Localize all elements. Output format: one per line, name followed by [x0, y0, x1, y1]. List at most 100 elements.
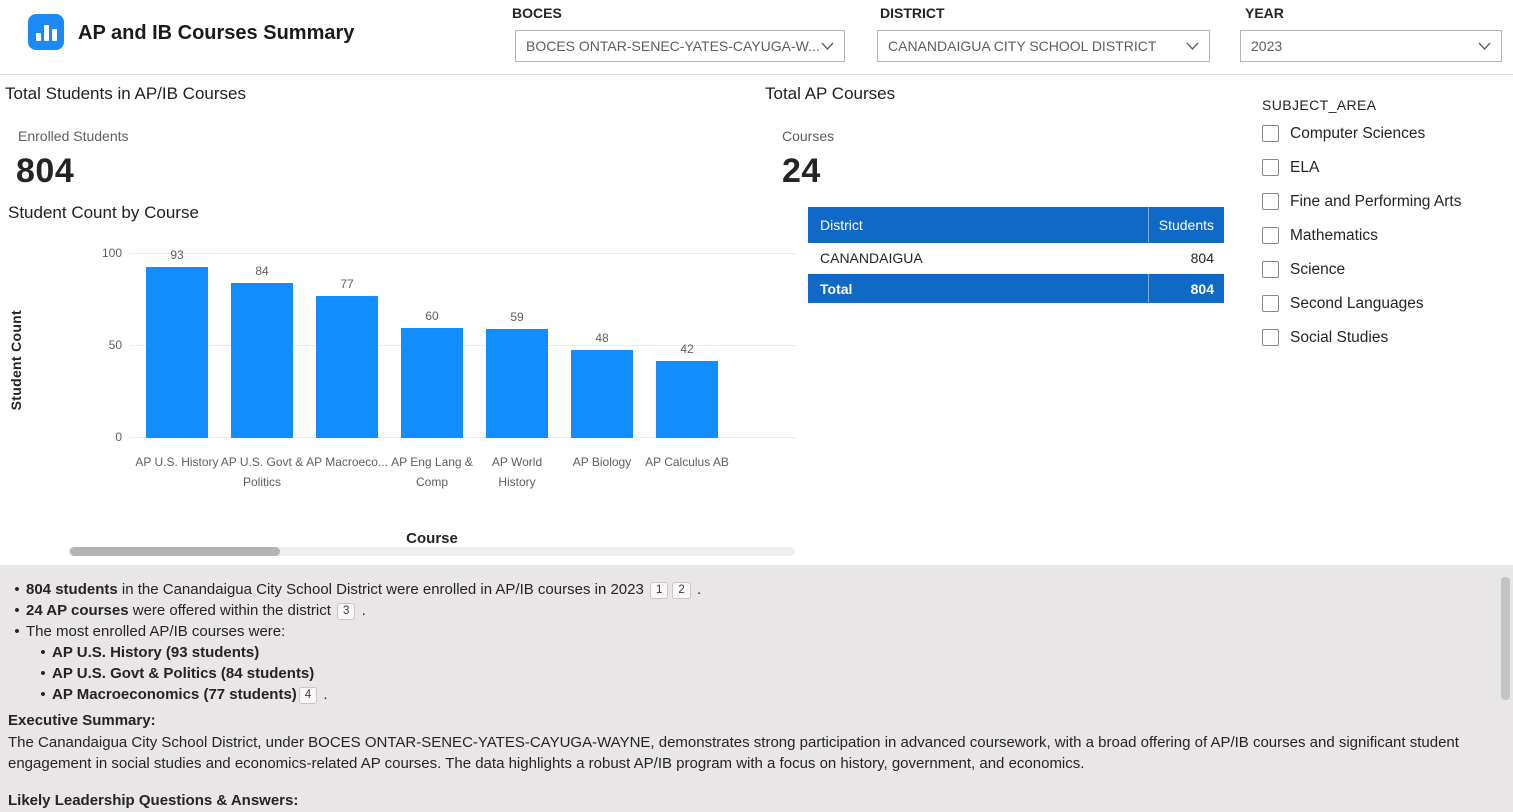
bullet-marker: •: [34, 684, 52, 705]
bullet-marker: •: [34, 663, 52, 684]
x-axis-labels: AP U.S. HistoryAP U.S. Govt & PoliticsAP…: [130, 452, 795, 522]
x-axis-category-label: AP World History: [475, 452, 559, 492]
bullet-marker: •: [8, 579, 26, 600]
checkbox[interactable]: [1262, 295, 1279, 312]
bullet-bold-text: 804 students: [26, 581, 118, 598]
chevron-down-icon: [821, 42, 834, 51]
chart-hscroll-thumb[interactable]: [70, 547, 280, 556]
chevron-down-icon: [1186, 42, 1199, 51]
checkbox[interactable]: [1262, 159, 1279, 176]
subject-area-checkbox-list: Computer Sciences ELA Fine and Performing …: [1262, 123, 1507, 361]
bullet-plain-text: .: [357, 602, 365, 619]
year-dropdown[interactable]: 2023: [1240, 30, 1502, 62]
citation-chip[interactable]: 1: [650, 582, 668, 599]
subject-checkbox-item[interactable]: Second Languages: [1262, 293, 1507, 314]
bullet-text: AP U.S. History (93 students): [52, 642, 1493, 663]
bar-value-label: 59: [486, 310, 548, 324]
y-axis-tick: 50: [0, 338, 122, 352]
bullet-bold-text: 24 AP courses: [26, 602, 129, 619]
subject-checkbox-item[interactable]: Mathematics: [1262, 225, 1507, 246]
bullet-marker: •: [8, 621, 26, 642]
executive-summary-body: The Canandaigua City School District, un…: [8, 732, 1493, 774]
x-axis-category-label: AP U.S. History: [135, 452, 219, 472]
bullet-marker: •: [34, 642, 52, 663]
checkbox[interactable]: [1262, 261, 1279, 278]
checkbox-label: Science: [1290, 261, 1345, 279]
summary-bullet: •AP Macroeconomics (77 students)4 .: [34, 684, 1493, 705]
bullet-bold-text: AP U.S. Govt & Politics (84 students): [52, 665, 314, 682]
bullet-bold-text: AP Macroeconomics (77 students): [52, 686, 297, 703]
bullet-plain-text: in the Canandaigua City School District …: [118, 581, 648, 598]
subject-checkbox-item[interactable]: Social Studies: [1262, 327, 1507, 348]
summary-vscroll-thumb[interactable]: [1501, 577, 1510, 700]
subject-checkbox-item[interactable]: Fine and Performing Arts: [1262, 191, 1507, 212]
bullet-text: The most enrolled AP/IB courses were:: [26, 621, 1493, 642]
district-dropdown[interactable]: CANANDAIGUA CITY SCHOOL DISTRICT: [877, 30, 1210, 62]
bullet-plain-text: were offered within the district: [129, 602, 335, 619]
subject-checkbox-item[interactable]: Computer Sciences: [1262, 123, 1507, 144]
bullet-text: AP U.S. Govt & Politics (84 students): [52, 663, 1493, 684]
bullet-plain-text: The most enrolled AP/IB courses were:: [26, 623, 285, 640]
bar-glyph: [36, 33, 41, 41]
subject-area-filter-title: SUBJECT_AREA: [1262, 97, 1377, 113]
boces-dropdown[interactable]: BOCES ONTAR-SENEC-YATES-CAYUGA-W...: [515, 30, 845, 62]
courses-label: Courses: [782, 128, 834, 144]
summary-bullet: •24 AP courses were offered within the d…: [8, 600, 1493, 621]
middle-section-title: Total AP Courses: [765, 84, 895, 104]
chart-bar[interactable]: [401, 328, 463, 438]
citation-chip[interactable]: 3: [337, 603, 355, 620]
boces-dropdown-value: BOCES ONTAR-SENEC-YATES-CAYUGA-W...: [526, 38, 820, 54]
summary-bullet: •AP U.S. History (93 students): [34, 642, 1493, 663]
x-axis-category-label: AP Eng Lang & Comp: [390, 452, 474, 492]
gridline: [130, 253, 795, 254]
left-section-title: Total Students in AP/IB Courses: [5, 84, 246, 104]
checkbox[interactable]: [1262, 227, 1279, 244]
y-axis-title: Student Count: [8, 280, 24, 440]
chart-bar[interactable]: [146, 267, 208, 438]
year-filter-label: YEAR: [1245, 5, 1284, 21]
bar-value-label: 42: [656, 342, 718, 356]
bar-value-label: 77: [316, 277, 378, 291]
bar-value-label: 84: [231, 264, 293, 278]
chevron-down-icon: [1478, 42, 1491, 51]
y-axis-tick: 100: [0, 246, 122, 260]
enrolled-students-label: Enrolled Students: [18, 128, 129, 144]
student-count-bar-chart: Student Count 93847760594842 AP U.S. His…: [0, 240, 800, 562]
bullet-text: 804 students in the Canandaigua City Sch…: [26, 579, 1493, 600]
table-total-label: Total: [808, 281, 1148, 297]
table-cell-district: CANANDAIGUA: [808, 250, 1148, 266]
citation-chip[interactable]: 4: [299, 687, 317, 704]
table-row[interactable]: CANANDAIGUA804: [808, 243, 1224, 274]
citation-chip[interactable]: 2: [672, 582, 690, 599]
bullet-marker: •: [8, 600, 26, 621]
table-header-row: DistrictStudents: [808, 207, 1224, 243]
subject-checkbox-item[interactable]: Science: [1262, 259, 1507, 280]
table-header-students: Students: [1148, 207, 1224, 243]
chart-bar[interactable]: [486, 329, 548, 438]
checkbox-label: ELA: [1290, 159, 1319, 177]
checkbox-label: Second Languages: [1290, 295, 1424, 313]
chart-bar[interactable]: [316, 296, 378, 438]
bullet-plain-text: .: [693, 581, 701, 598]
x-axis-category-label: AP Biology: [560, 452, 644, 472]
summary-bullet: •AP U.S. Govt & Politics (84 students): [34, 663, 1493, 684]
checkbox[interactable]: [1262, 125, 1279, 142]
executive-summary-heading: Executive Summary:: [8, 710, 1493, 731]
subject-checkbox-item[interactable]: ELA: [1262, 157, 1507, 178]
chart-bar[interactable]: [656, 361, 718, 438]
x-axis-title: Course: [382, 530, 482, 547]
bullet-text: AP Macroeconomics (77 students)4 .: [52, 684, 1493, 705]
chart-bar[interactable]: [231, 283, 293, 438]
bar-value-label: 60: [401, 309, 463, 323]
x-axis-category-label: AP Calculus AB: [645, 452, 729, 472]
district-dropdown-value: CANANDAIGUA CITY SCHOOL DISTRICT: [888, 38, 1156, 54]
chart-bar[interactable]: [571, 350, 633, 438]
bar-value-label: 93: [146, 248, 208, 262]
checkbox[interactable]: [1262, 329, 1279, 346]
checkbox-label: Computer Sciences: [1290, 125, 1425, 143]
bar-chart-icon: [28, 14, 64, 50]
district-filter-label: DISTRICT: [880, 5, 945, 21]
checkbox[interactable]: [1262, 193, 1279, 210]
bullet-text: 24 AP courses were offered within the di…: [26, 600, 1493, 621]
checkbox-label: Fine and Performing Arts: [1290, 193, 1461, 211]
